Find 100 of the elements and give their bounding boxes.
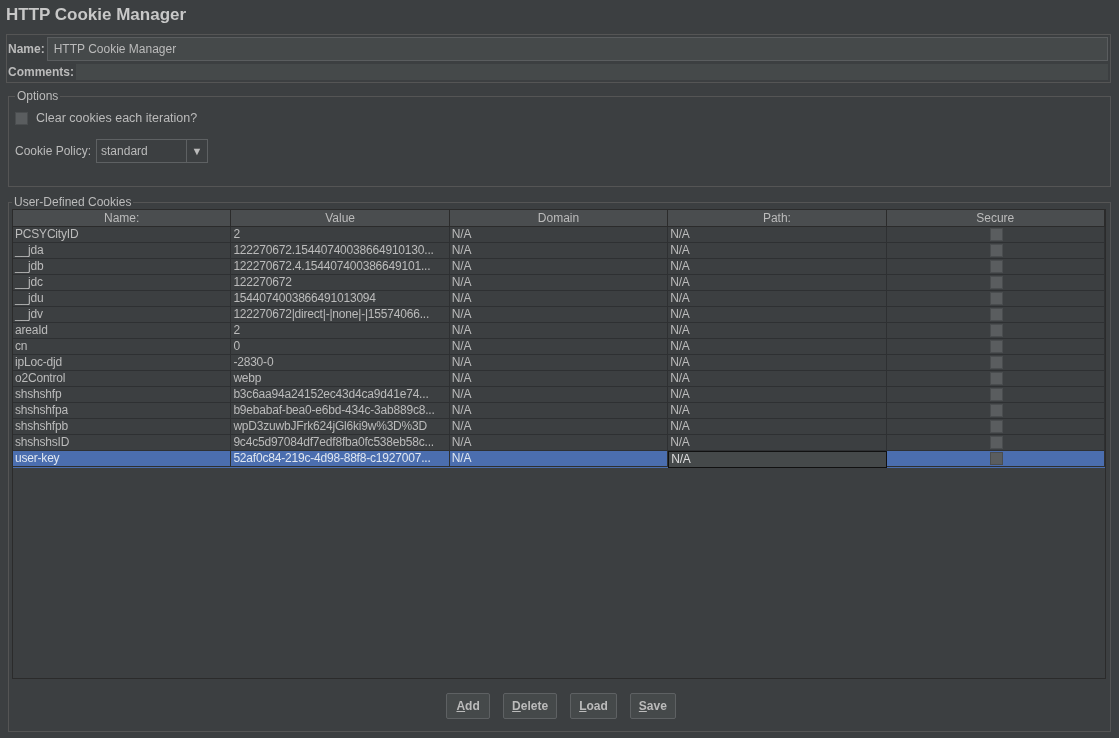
options-legend: Options <box>15 89 61 103</box>
table-row[interactable]: shshshfpa b9ebabaf-bea0-e6bd-434c-3ab889c8... N/A N/A <box>13 403 1105 419</box>
table-cell: N/A <box>449 451 669 467</box>
table-cell: __jda <box>13 243 232 259</box>
table-cell: N/A <box>668 291 887 307</box>
policy-label: Cookie Policy: <box>15 144 92 158</box>
table-row[interactable]: areaId 2 N/A N/A <box>13 323 1105 339</box>
table-cell: 0 <box>231 339 450 355</box>
column-header[interactable]: Domain <box>449 210 669 227</box>
action-button[interactable]: Add <box>446 693 491 719</box>
table-cell: N/A <box>449 403 669 419</box>
table-cell: N/A <box>449 307 669 323</box>
checkbox[interactable] <box>989 260 1003 273</box>
table-cell: 122270672|direct|-|none|-|15574066... <box>231 307 450 323</box>
checkbox[interactable] <box>989 356 1003 369</box>
table-cell: shshshfpa <box>13 403 232 419</box>
table-row[interactable]: user-key 52af0c84-219c-4d98-88f8-c1927007... N/A N/A <box>13 451 1105 468</box>
table-cell: N/A <box>668 275 887 291</box>
table-row[interactable]: o2Control webp N/A N/A <box>13 371 1105 387</box>
table-cell: N/A <box>668 371 887 387</box>
table-cell: N/A <box>668 339 887 355</box>
table-row[interactable]: __jdu 1544074003866491013094 N/A N/A <box>13 291 1105 307</box>
table-cell: N/A <box>449 387 669 403</box>
checkbox[interactable] <box>989 420 1003 433</box>
table-cell: N/A <box>449 275 669 291</box>
table-cell: N/A <box>668 259 887 275</box>
checkbox[interactable] <box>989 388 1003 401</box>
table-cell: N/A <box>668 355 887 371</box>
table-row[interactable]: shshshfpb wpD3zuwbJFrk624jGl6ki9w%3D%3D N/A N/A <box>13 419 1105 435</box>
checkbox[interactable] <box>989 308 1003 321</box>
column-header[interactable]: Secure <box>886 210 1105 227</box>
table-cell: 122270672.15440740038664910130... <box>231 243 450 259</box>
panel-title: HTTP Cookie Manager <box>6 4 188 26</box>
table-cell: areaId <box>13 323 232 339</box>
table-cell: N/A <box>668 323 887 339</box>
action-button[interactable]: Save <box>629 693 676 719</box>
table-row[interactable]: cn 0 N/A N/A <box>13 339 1105 355</box>
table-cell: ipLoc-djd <box>13 355 232 371</box>
table-cell: b3c6aa94a24152ec43d4ca9d41e74... <box>231 387 450 403</box>
table-cell: N/A <box>668 403 887 419</box>
table-cell: 122270672 <box>231 275 450 291</box>
table-cell: N/A <box>668 307 887 323</box>
table-cell: __jdu <box>13 291 232 307</box>
table-cell: N/A <box>449 355 669 371</box>
policy-dropdown[interactable]: standard ▼ <box>96 139 209 163</box>
column-header[interactable]: Name: <box>13 210 232 227</box>
table-cell: 1544074003866491013094 <box>231 291 450 307</box>
checkbox[interactable] <box>989 340 1003 353</box>
checkbox[interactable] <box>989 324 1003 337</box>
checkbox[interactable] <box>989 244 1003 257</box>
table-row[interactable]: ipLoc-djd -2830-0 N/A N/A <box>13 355 1105 371</box>
table-cell: __jdb <box>13 259 232 275</box>
table-cell: webp <box>231 371 450 387</box>
table-cell: N/A <box>668 387 887 403</box>
action-button[interactable]: Delete <box>503 693 558 719</box>
table-cell: user-key <box>13 451 232 467</box>
table-cell: N/A <box>449 323 669 339</box>
name-label: Name: <box>8 42 45 56</box>
table-row[interactable]: PCSYCityID 2 N/A N/A <box>13 227 1105 243</box>
table-cell: N/A <box>668 419 887 435</box>
table-row[interactable]: __jda 122270672.15440740038664910130... N/A N/A <box>13 243 1105 259</box>
table-cell: 2 <box>231 323 450 339</box>
checkbox[interactable] <box>989 276 1003 289</box>
table-row[interactable]: shshshfp b3c6aa94a24152ec43d4ca9d41e74... N/A N/A <box>13 387 1105 403</box>
checkbox[interactable] <box>989 404 1003 417</box>
table-cell: __jdv <box>13 307 232 323</box>
table-cell: b9ebabaf-bea0-e6bd-434c-3ab889c8... <box>231 403 450 419</box>
table-cell: -2830-0 <box>231 355 450 371</box>
table-cell: N/A <box>449 291 669 307</box>
table-cell: 52af0c84-219c-4d98-88f8-c1927007... <box>231 451 450 467</box>
table-row[interactable]: __jdv 122270672|direct|-|none|-|15574066... N/A N/A <box>13 307 1105 323</box>
checkbox[interactable] <box>989 436 1003 449</box>
action-button[interactable]: Load <box>570 693 617 719</box>
table-cell: shshshfp <box>13 387 232 403</box>
table-cell[interactable]: N/A <box>668 451 887 468</box>
column-header[interactable]: Path: <box>668 210 887 227</box>
name-field[interactable]: HTTP Cookie Manager <box>46 37 1108 61</box>
table-row[interactable]: __jdb 122270672.4.154407400386649101... N/A N/A <box>13 259 1105 275</box>
checkbox[interactable] <box>15 111 28 125</box>
table-cell: N/A <box>449 419 669 435</box>
cookies-legend: User-Defined Cookies <box>12 195 134 209</box>
table-cell: wpD3zuwbJFrk624jGl6ki9w%3D%3D <box>231 419 450 435</box>
table-cell: N/A <box>449 227 669 243</box>
table-row[interactable]: __jdc 122270672 N/A N/A <box>13 275 1105 291</box>
column-header[interactable]: Value <box>231 210 450 227</box>
table-cell: N/A <box>449 243 669 259</box>
checkbox[interactable] <box>989 452 1003 465</box>
checkbox[interactable] <box>989 292 1003 305</box>
comments-label: Comments: <box>8 65 74 79</box>
table-cell: 2 <box>231 227 450 243</box>
table-cell: N/A <box>449 371 669 387</box>
table-cell: N/A <box>449 339 669 355</box>
table-cell: 122270672.4.154407400386649101... <box>231 259 450 275</box>
table-cell: PCSYCityID <box>13 227 232 243</box>
table-cell: shshshfpb <box>13 419 232 435</box>
checkbox-label: Clear cookies each iteration? <box>36 111 198 125</box>
table-cell: N/A <box>449 259 669 275</box>
table-cell: o2Control <box>13 371 232 387</box>
checkbox[interactable] <box>989 228 1003 241</box>
checkbox[interactable] <box>989 372 1003 385</box>
